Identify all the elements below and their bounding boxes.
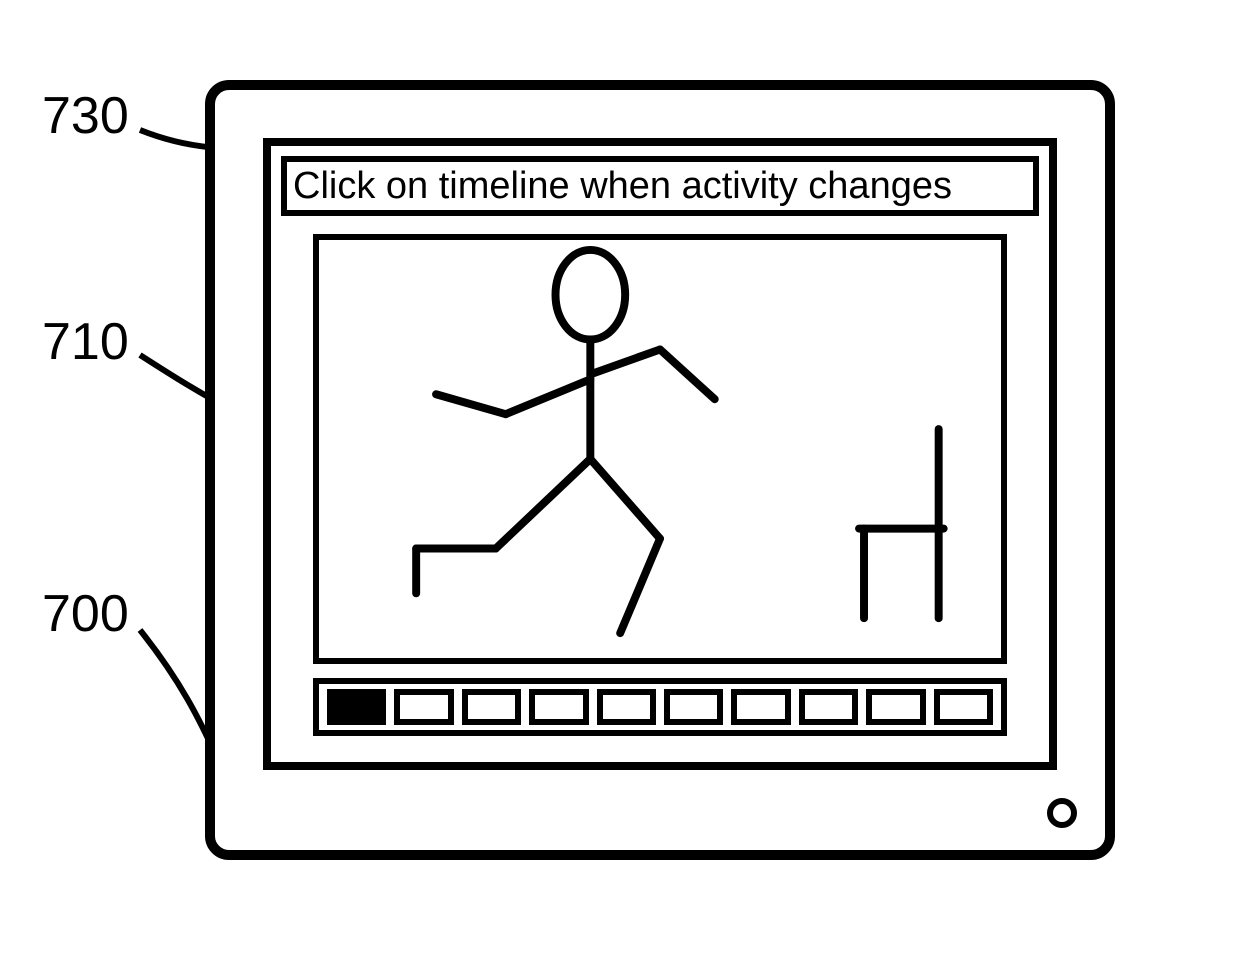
- timeline-cell[interactable]: [799, 689, 858, 725]
- video-viewport: [313, 234, 1007, 664]
- timeline-cell[interactable]: [731, 689, 790, 725]
- timeline-cell[interactable]: [664, 689, 723, 725]
- screen-bezel: Click on timeline when activity changes: [263, 138, 1057, 770]
- timeline-cell[interactable]: [934, 689, 993, 725]
- power-led-icon: [1047, 798, 1077, 828]
- timeline-cell[interactable]: [597, 689, 656, 725]
- instruction-banner: Click on timeline when activity changes: [281, 156, 1039, 216]
- timeline-cell[interactable]: [394, 689, 453, 725]
- timeline[interactable]: [313, 678, 1007, 736]
- timeline-cell[interactable]: [529, 689, 588, 725]
- timeline-cell[interactable]: [327, 689, 386, 725]
- callout-monitor-label: 700: [42, 584, 129, 644]
- timeline-cell[interactable]: [866, 689, 925, 725]
- callout-banner-label: 730: [42, 86, 129, 146]
- callout-video-label: 710: [42, 312, 129, 372]
- instruction-text: Click on timeline when activity changes: [293, 165, 952, 208]
- monitor-frame: Click on timeline when activity changes: [205, 80, 1115, 860]
- video-scene-icon: [319, 240, 1001, 658]
- timeline-cell[interactable]: [462, 689, 521, 725]
